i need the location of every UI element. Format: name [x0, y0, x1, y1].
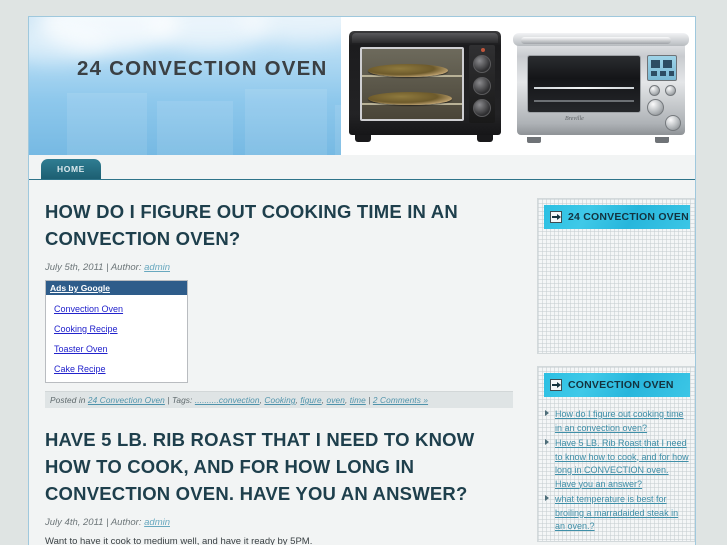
post-comments-link[interactable]: 2 Comments »	[373, 395, 428, 405]
list-item: Convection Oven	[46, 298, 187, 318]
ads-heading: Ads by Google	[46, 281, 187, 295]
post-author-label: | Author:	[106, 262, 142, 273]
ads-link-list: Convection Oven Cooking Recipe Toaster O…	[46, 295, 187, 382]
sidebar: 24 CONVECTION OVEN CONVECTION OVEN How d…	[537, 198, 695, 545]
post-tag-link[interactable]: Cooking	[264, 395, 295, 405]
arrow-right-icon	[550, 211, 562, 223]
post-date: July 4th, 2011	[45, 517, 104, 528]
list-item: Have 5 LB. Rib Roast that I need to know…	[544, 436, 690, 490]
post-category-link[interactable]: 24 Convection Oven	[88, 395, 165, 405]
widget-body	[544, 229, 690, 347]
posted-in-label: Posted in	[50, 395, 86, 405]
page-body: HOW DO I FIGURE OUT COOKING TIME IN AN C…	[29, 180, 695, 545]
square-decoration	[157, 101, 233, 155]
sidebar-widget-site: 24 CONVECTION OVEN	[537, 198, 695, 354]
widget-title: 24 CONVECTION OVEN	[544, 205, 690, 229]
list-item: Cooking Recipe	[46, 318, 187, 338]
post-article: HOW DO I FIGURE OUT COOKING TIME IN AN C…	[45, 198, 513, 408]
tag-separator: ,	[344, 395, 348, 405]
recent-post-link[interactable]: Have 5 LB. Rib Roast that I need to know…	[555, 438, 689, 489]
list-item: Toaster Oven	[46, 338, 187, 358]
header-oven-photo: Breville	[341, 17, 695, 155]
recent-post-link[interactable]: what temperature is best for broiling a …	[555, 494, 678, 531]
main-content: HOW DO I FIGURE OUT COOKING TIME IN AN C…	[29, 180, 529, 545]
footer-separator: |	[368, 395, 371, 405]
square-decoration	[67, 93, 147, 155]
post-meta: July 4th, 2011 | Author: admin	[45, 517, 513, 528]
post-tag-link[interactable]: oven	[327, 395, 345, 405]
post-footer: Posted in 24 Convection Oven | Tags: ...…	[45, 391, 513, 408]
post-date: July 5th, 2011	[45, 262, 104, 273]
black-convection-oven-image	[349, 31, 501, 142]
widget-title-text: 24 CONVECTION OVEN	[568, 211, 689, 223]
widget-title: CONVECTION OVEN	[544, 373, 690, 397]
ads-link[interactable]: Cooking Recipe	[54, 324, 118, 334]
recent-post-link[interactable]: How do I figure out cooking time in an c…	[555, 409, 684, 433]
post-author-link[interactable]: admin	[144, 517, 170, 528]
tag-separator: ,	[259, 395, 262, 405]
site-title: 24 CONVECTION OVEN	[77, 57, 328, 80]
post-title[interactable]: HAVE 5 LB. RIB ROAST THAT I NEED TO KNOW…	[45, 426, 513, 507]
post-author-link[interactable]: admin	[144, 262, 170, 273]
list-item: Cake Recipe	[46, 358, 187, 378]
tag-separator: ,	[295, 395, 298, 405]
widget-title-text: CONVECTION OVEN	[568, 379, 674, 391]
stainless-toaster-oven-image: Breville	[513, 31, 689, 143]
sidebar-widget-recent-posts: CONVECTION OVEN How do I figure out cook…	[537, 366, 695, 542]
post-article: HAVE 5 LB. RIB ROAST THAT I NEED TO KNOW…	[45, 426, 513, 545]
ads-link[interactable]: Cake Recipe	[54, 364, 106, 374]
ads-link[interactable]: Convection Oven	[54, 304, 123, 314]
site-header: 24 CONVECTION OVEN Breville	[29, 17, 695, 155]
ads-link[interactable]: Toaster Oven	[54, 344, 108, 354]
recent-posts-list: How do I figure out cooking time in an c…	[544, 407, 690, 533]
list-item: How do I figure out cooking time in an c…	[544, 407, 690, 434]
square-decoration	[245, 89, 327, 155]
post-title[interactable]: HOW DO I FIGURE OUT COOKING TIME IN AN C…	[45, 198, 513, 252]
list-item: what temperature is best for broiling a …	[544, 492, 690, 533]
post-author-label: | Author:	[106, 517, 142, 528]
main-navigation: HOME	[29, 155, 695, 180]
widget-body: How do I figure out cooking time in an c…	[544, 407, 690, 533]
nav-item-home[interactable]: HOME	[41, 159, 101, 179]
post-tag-link[interactable]: ..........convection	[195, 395, 260, 405]
site-page: 24 CONVECTION OVEN Breville HOME HOW DO …	[28, 16, 696, 545]
post-excerpt: Want to have it cook to medium well, and…	[45, 536, 313, 545]
tags-label: | Tags:	[167, 395, 193, 405]
post-tag-link[interactable]: figure	[300, 395, 321, 405]
post-tag-link[interactable]: time	[350, 395, 366, 405]
arrow-right-icon	[550, 379, 562, 391]
post-meta: July 5th, 2011 | Author: admin	[45, 262, 513, 273]
tag-separator: ,	[321, 395, 325, 405]
google-ads-block: Ads by Google Convection Oven Cooking Re…	[45, 280, 188, 383]
